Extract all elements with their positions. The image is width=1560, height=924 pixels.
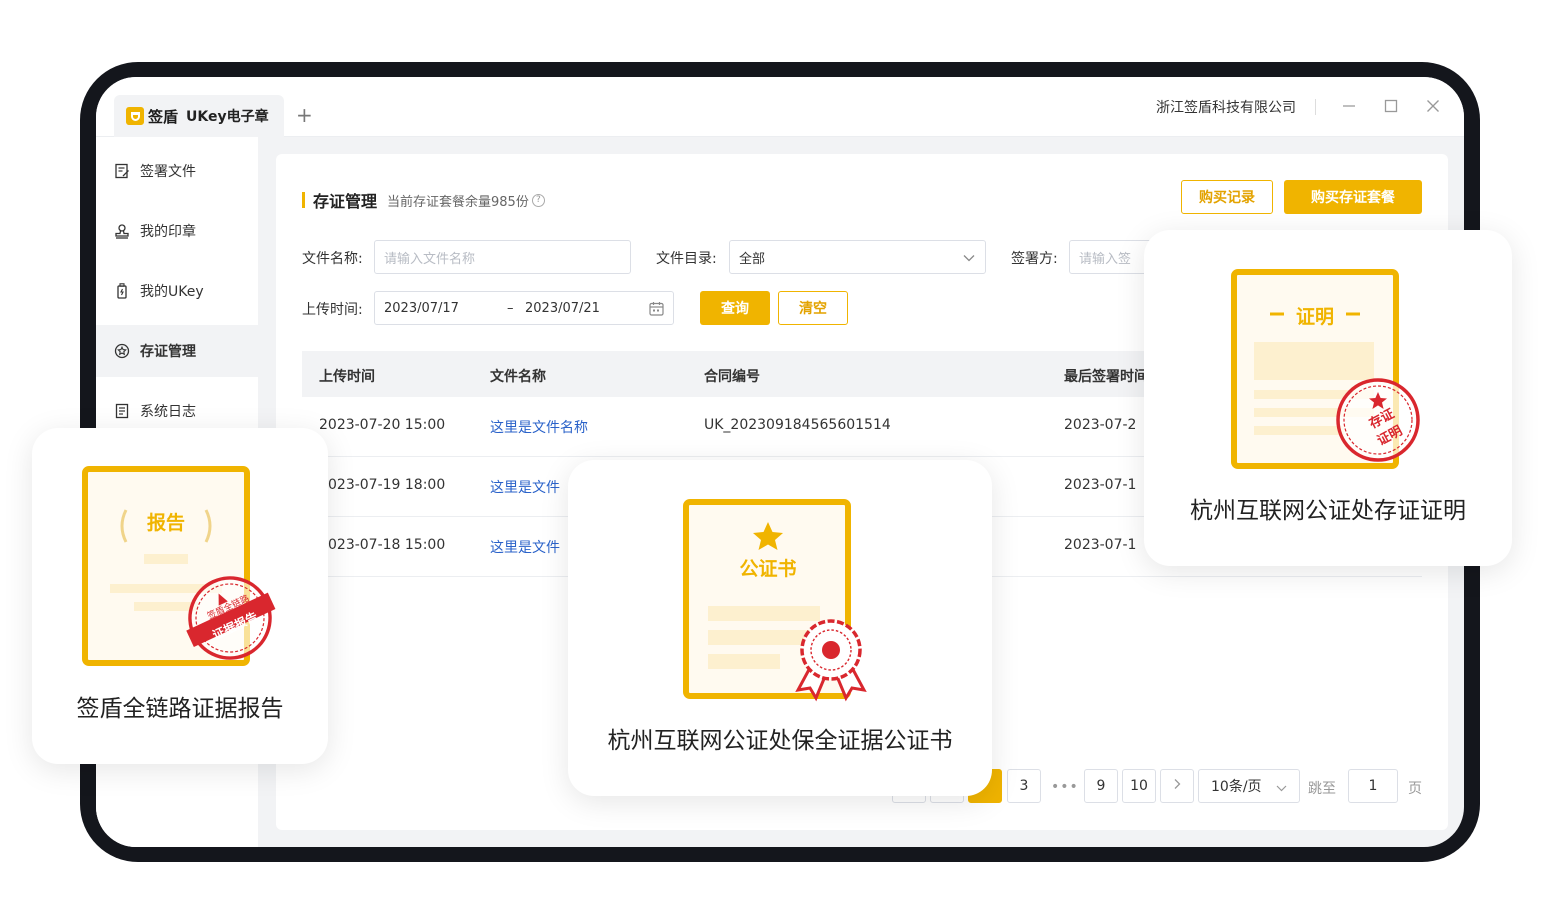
buy-records-button[interactable]: 购买记录 (1181, 180, 1273, 214)
column-upload-time: 上传时间 (319, 369, 375, 385)
directory-select[interactable]: 全部 (729, 240, 986, 274)
evidence-icon (114, 343, 130, 359)
seal-icon (114, 223, 130, 239)
column-file-name: 文件名称 (490, 369, 546, 385)
tab-title: UKey电子章 (186, 109, 269, 125)
notary-certificate-card: 公证书 杭州互联网公证处保全证据公证书 (568, 460, 992, 796)
calendar-icon (649, 301, 664, 320)
cell-file-name-link[interactable]: 这里是文件 (490, 537, 560, 557)
upload-time-label: 上传时间: (302, 302, 363, 318)
add-tab-button[interactable]: + (296, 103, 313, 127)
cell-upload-time: 023-07-19 18:00 (328, 477, 446, 493)
sidebar-item-my-ukey[interactable]: 我的UKey (96, 265, 258, 317)
title-bar: 签盾 UKey电子章 + 浙江签盾科技有限公司 (96, 77, 1464, 137)
chevron-right-icon (1172, 778, 1182, 794)
proof-doc-title: 证明 (1295, 306, 1334, 328)
jump-page-input[interactable]: 1 (1348, 769, 1398, 803)
page-suffix: 页 (1408, 781, 1422, 797)
chevron-down-icon (963, 252, 975, 267)
column-last-signed: 最后签署时间 (1064, 369, 1148, 385)
ukey-icon (114, 283, 130, 299)
date-end: 2023/07/21 (525, 300, 600, 316)
sidebar-item-label: 系统日志 (140, 404, 196, 420)
package-balance: 当前存证套餐余量985份 (387, 194, 529, 210)
sidebar-item-my-seals[interactable]: 我的印章 (96, 205, 258, 257)
maximize-icon[interactable] (1380, 95, 1402, 117)
search-button[interactable]: 查询 (700, 291, 770, 325)
page-ellipsis[interactable]: ••• (1051, 779, 1079, 795)
column-contract-no: 合同编号 (704, 369, 760, 385)
jump-label: 跳至 (1308, 781, 1336, 797)
sidebar-item-label: 存证管理 (140, 344, 196, 360)
directory-label: 文件目录: (656, 251, 717, 267)
evidence-report-card: 报告 签盾全链路 证据报告 签盾全链路证据报告 (32, 428, 328, 764)
proof-document-illustration (1231, 269, 1420, 469)
next-page-button[interactable] (1160, 769, 1194, 803)
date-start: 2023/07/17 (384, 300, 459, 316)
page-button[interactable]: 3 (1007, 769, 1041, 803)
notary-document-illustration (683, 499, 867, 702)
page-header: 存证管理 当前存证套餐余量985份 ? (302, 188, 545, 212)
evidence-proof-card: 证明 存证 证明 杭州互联网公证处存证证明 (1144, 230, 1512, 566)
report-document-illustration (82, 466, 276, 666)
page-size-value: 10条/页 (1211, 779, 1262, 795)
sidebar-item-evidence-management[interactable]: 存证管理 (96, 325, 258, 377)
page-size-select[interactable]: 10条/页 (1198, 769, 1300, 803)
notary-doc-title: 公证书 (739, 558, 797, 580)
buy-package-button[interactable]: 购买存证套餐 (1284, 180, 1422, 214)
report-doc-title: 报告 (146, 512, 185, 534)
sidebar-item-sign-documents[interactable]: 签署文件 (96, 145, 258, 197)
minimize-icon[interactable] (1338, 95, 1360, 117)
file-name-input[interactable]: 请输入文件名称 (374, 240, 631, 274)
notary-certificate-caption: 杭州互联网公证处保全证据公证书 (607, 728, 953, 754)
evidence-proof-caption: 杭州互联网公证处存证证明 (1190, 498, 1466, 524)
cell-upload-time: 023-07-18 15:00 (328, 537, 446, 553)
signer-label: 签署方: (1011, 251, 1058, 267)
title-accent-bar (302, 192, 305, 208)
cell-file-name-link[interactable]: 这里是文件 (490, 477, 560, 497)
cell-last-signed: 2023-07-1 (1064, 537, 1137, 553)
cell-last-signed: 2023-07-2 (1064, 417, 1137, 433)
sidebar-item-label: 签署文件 (140, 164, 196, 180)
file-name-label: 文件名称: (302, 251, 363, 267)
sign-document-icon (114, 163, 130, 179)
directory-value: 全部 (739, 251, 766, 267)
chevron-down-icon (1276, 781, 1287, 797)
tab-ukey-seal[interactable]: 签盾 UKey电子章 (114, 95, 284, 137)
brand-name: 签盾 (148, 107, 179, 126)
log-icon (114, 403, 130, 419)
cell-contract-no: UK_202309184565601514 (704, 417, 891, 433)
brand-logo-icon (126, 107, 144, 125)
titlebar-divider (1315, 99, 1316, 115)
evidence-report-caption: 签盾全链路证据报告 (76, 696, 284, 722)
page-title: 存证管理 (313, 192, 378, 211)
page-button[interactable]: 9 (1084, 769, 1118, 803)
close-icon[interactable] (1422, 95, 1444, 117)
cell-last-signed: 2023-07-1 (1064, 477, 1137, 493)
date-separator: – (507, 300, 514, 316)
page-button[interactable]: 10 (1122, 769, 1156, 803)
company-name: 浙江签盾科技有限公司 (1156, 100, 1296, 116)
sidebar-item-label: 我的UKey (140, 284, 204, 300)
clear-button[interactable]: 清空 (778, 291, 848, 325)
sidebar-item-label: 我的印章 (140, 224, 196, 240)
cell-file-name-link[interactable]: 这里是文件名称 (490, 417, 588, 437)
cell-upload-time: 2023-07-20 15:00 (319, 417, 446, 433)
date-range-picker[interactable]: 2023/07/17 – 2023/07/21 (374, 291, 674, 325)
help-icon[interactable]: ? (531, 193, 545, 207)
